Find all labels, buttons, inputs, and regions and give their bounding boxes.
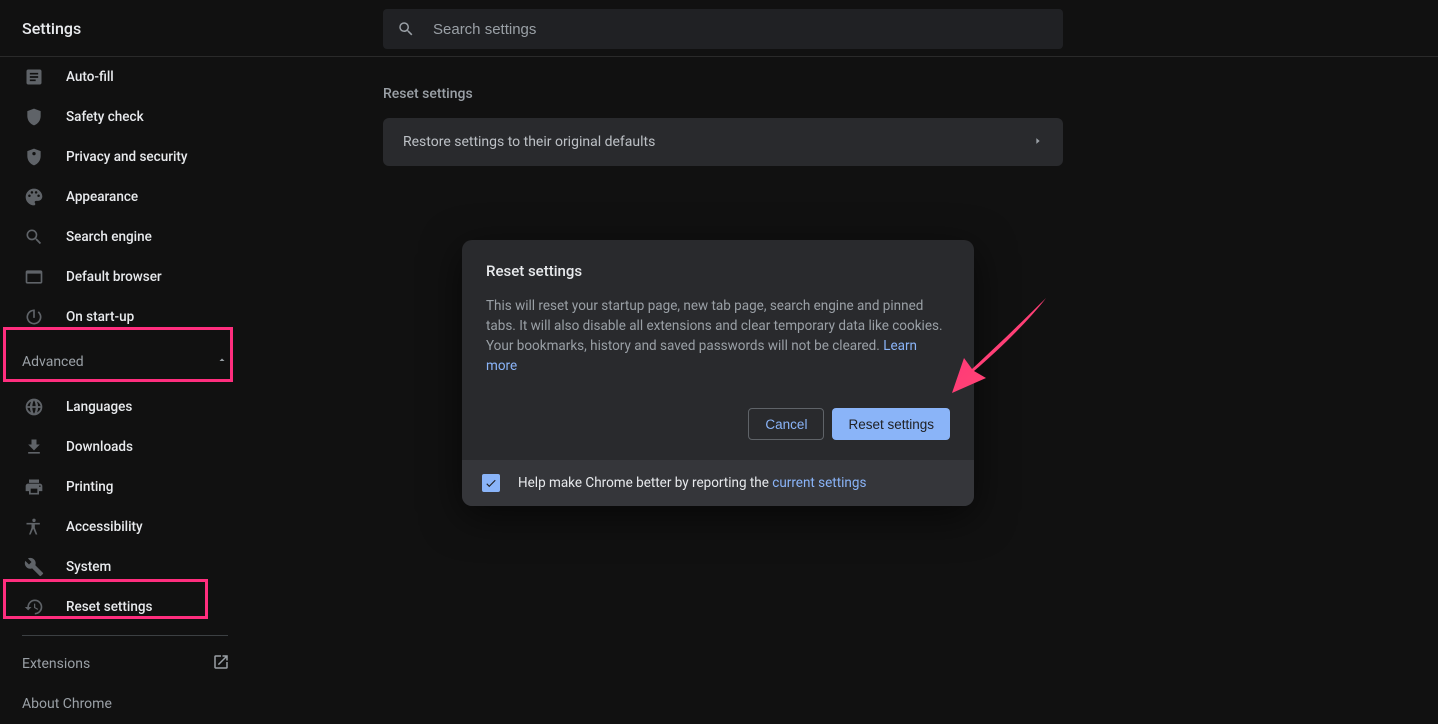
sidebar-item-label: System xyxy=(66,559,111,575)
dialog-description: This will reset your startup page, new t… xyxy=(486,296,950,376)
divider xyxy=(22,635,228,636)
sidebar-item-label: Languages xyxy=(66,399,132,415)
main-content: Reset settings Restore settings to their… xyxy=(383,86,1063,166)
restore-icon xyxy=(22,595,46,619)
reset-dialog: Reset settings This will reset your star… xyxy=(462,240,974,506)
sidebar-item-label: Search engine xyxy=(66,229,152,245)
section-title: Reset settings xyxy=(383,86,1063,102)
sidebar: Auto-fill Safety check Privacy and secur… xyxy=(0,57,250,717)
restore-defaults-row[interactable]: Restore settings to their original defau… xyxy=(383,118,1063,166)
dialog-footer: Help make Chrome better by reporting the… xyxy=(462,460,974,506)
advanced-label: Advanced xyxy=(22,354,84,370)
report-checkbox[interactable] xyxy=(482,474,500,492)
extensions-label: Extensions xyxy=(22,656,90,672)
sidebar-item-label: Printing xyxy=(66,479,113,495)
search-input[interactable] xyxy=(433,21,1049,38)
sidebar-item-appearance[interactable]: Appearance xyxy=(0,177,250,217)
browser-icon xyxy=(22,265,46,289)
sidebar-item-label: Downloads xyxy=(66,439,133,455)
sidebar-advanced-toggle[interactable]: Advanced xyxy=(0,337,250,387)
sidebar-item-privacy[interactable]: Privacy and security xyxy=(0,137,250,177)
sidebar-item-safety[interactable]: Safety check xyxy=(0,97,250,137)
sidebar-item-label: Auto-fill xyxy=(66,69,114,85)
autofill-icon xyxy=(22,65,46,89)
download-icon xyxy=(22,435,46,459)
about-label: About Chrome xyxy=(22,696,112,712)
search-icon xyxy=(22,225,46,249)
search-icon xyxy=(397,20,415,38)
sidebar-item-extensions[interactable]: Extensions xyxy=(0,644,250,684)
power-icon xyxy=(22,305,46,329)
shield-icon xyxy=(22,105,46,129)
dialog-actions: Cancel Reset settings xyxy=(486,408,950,440)
current-settings-link[interactable]: current settings xyxy=(772,475,866,491)
sidebar-item-label: Reset settings xyxy=(66,599,152,615)
page-title: Settings xyxy=(0,19,81,38)
open-external-icon xyxy=(212,653,230,675)
dialog-footer-text: Help make Chrome better by reporting the… xyxy=(518,475,866,491)
sidebar-item-label: Accessibility xyxy=(66,519,143,535)
cancel-button[interactable]: Cancel xyxy=(748,408,824,440)
chevron-right-icon xyxy=(1033,134,1043,150)
sidebar-item-autofill[interactable]: Auto-fill xyxy=(0,57,250,97)
sidebar-item-about[interactable]: About Chrome xyxy=(0,684,250,724)
globe-icon xyxy=(22,395,46,419)
sidebar-item-system[interactable]: System xyxy=(0,547,250,587)
sidebar-item-downloads[interactable]: Downloads xyxy=(0,427,250,467)
security-icon xyxy=(22,145,46,169)
row-label: Restore settings to their original defau… xyxy=(403,134,655,150)
sidebar-item-label: Appearance xyxy=(66,189,138,205)
sidebar-item-label: Privacy and security xyxy=(66,149,188,165)
sidebar-item-printing[interactable]: Printing xyxy=(0,467,250,507)
sidebar-item-label: Safety check xyxy=(66,109,144,125)
sidebar-item-label: On start-up xyxy=(66,309,134,325)
dialog-body: Reset settings This will reset your star… xyxy=(462,240,974,460)
accessibility-icon xyxy=(22,515,46,539)
header: Settings xyxy=(0,0,1438,57)
sidebar-item-default-browser[interactable]: Default browser xyxy=(0,257,250,297)
wrench-icon xyxy=(22,555,46,579)
sidebar-item-startup[interactable]: On start-up xyxy=(0,297,250,337)
sidebar-item-languages[interactable]: Languages xyxy=(0,387,250,427)
sidebar-item-reset[interactable]: Reset settings xyxy=(0,587,250,627)
dialog-title: Reset settings xyxy=(486,262,950,280)
sidebar-item-label: Default browser xyxy=(66,269,162,285)
sidebar-item-accessibility[interactable]: Accessibility xyxy=(0,507,250,547)
palette-icon xyxy=(22,185,46,209)
chevron-up-icon xyxy=(216,354,228,370)
reset-confirm-button[interactable]: Reset settings xyxy=(832,408,950,440)
search-container[interactable] xyxy=(383,9,1063,49)
print-icon xyxy=(22,475,46,499)
sidebar-item-search-engine[interactable]: Search engine xyxy=(0,217,250,257)
